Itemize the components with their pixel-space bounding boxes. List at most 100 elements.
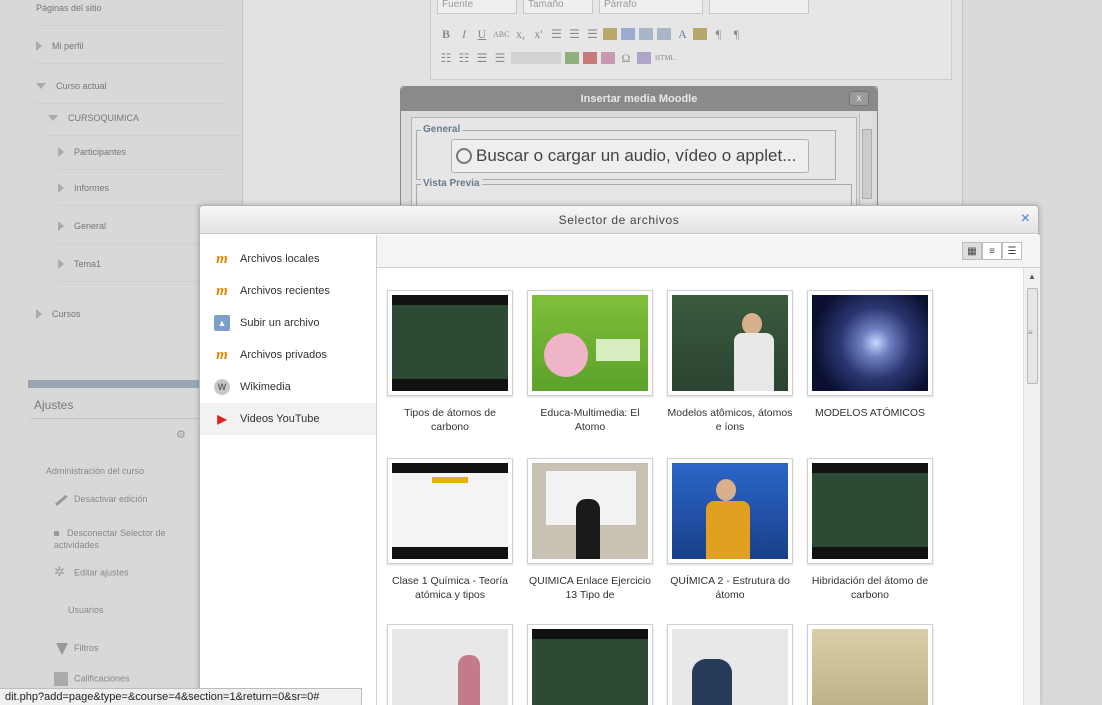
- video-thumbnail[interactable]: [532, 629, 648, 705]
- align-left-button[interactable]: ☰: [549, 27, 563, 42]
- repo-wikimedia[interactable]: W Wikimedia: [200, 371, 376, 403]
- icon-view-button[interactable]: ▦: [962, 242, 982, 260]
- italic-button[interactable]: I: [457, 27, 471, 42]
- chevron-right-icon: [36, 309, 42, 319]
- video-item[interactable]: [667, 624, 793, 705]
- paste-icon[interactable]: [639, 28, 654, 40]
- underline-button[interactable]: U: [475, 27, 489, 42]
- nav-item-course-name[interactable]: CURSOQUIMICA: [48, 100, 238, 136]
- upload-icon: ▲: [214, 315, 230, 331]
- list-view-button[interactable]: ≡: [982, 242, 1002, 260]
- video-item[interactable]: [387, 624, 513, 705]
- repository-list: m Archivos locales m Archivos recientes …: [200, 235, 377, 705]
- video-item[interactable]: MODELOS ATÓMICOS: [807, 290, 933, 420]
- video-thumbnail[interactable]: [392, 295, 508, 391]
- pencil-icon: [54, 493, 68, 506]
- video-thumbnail[interactable]: [812, 295, 928, 391]
- video-item[interactable]: Educa-Multimedia: El Atomo: [527, 290, 653, 434]
- indent-button[interactable]: ☰: [493, 51, 507, 66]
- strikethrough-button[interactable]: ABC: [493, 30, 509, 39]
- repo-recent-files[interactable]: m Archivos recientes: [200, 275, 376, 307]
- video-item[interactable]: QUÍMICA 2 - Estrutura do átomo: [667, 458, 793, 602]
- file-grid-scrollbar[interactable]: ▲ ≡: [1023, 268, 1040, 705]
- html-icon[interactable]: HTML: [655, 54, 675, 62]
- font-select[interactable]: Fuente: [437, 0, 517, 14]
- file-picker-toolbar: ▦ ≡ ☰: [377, 235, 1040, 268]
- video-thumbnail[interactable]: [672, 629, 788, 705]
- scroll-up-icon[interactable]: ▲: [1028, 272, 1036, 281]
- ajustes-title: Ajustes: [34, 398, 74, 412]
- bold-button[interactable]: B: [439, 27, 453, 42]
- paste-word-icon[interactable]: [657, 28, 672, 40]
- video-thumbnail[interactable]: [672, 463, 788, 559]
- text-color-icon[interactable]: A: [675, 27, 689, 42]
- video-thumbnail[interactable]: [392, 463, 508, 559]
- video-thumbnail[interactable]: [672, 295, 788, 391]
- editor-toolbar: Fuente Tamaño Párrafo B I U ABC x, x' ☰ …: [430, 0, 952, 80]
- file-picker-title: Selector de archivos: [558, 213, 680, 227]
- nav-item-site-pages[interactable]: Páginas del sitio: [36, 0, 226, 26]
- size-select[interactable]: Tamaño: [523, 0, 593, 14]
- general-legend: General: [421, 124, 463, 135]
- settings-item-activity-chooser[interactable]: Desconectar Selector de actividades: [54, 527, 194, 551]
- gear-icon[interactable]: ⚙: [176, 428, 186, 441]
- video-item[interactable]: [807, 624, 933, 705]
- highlight-icon[interactable]: [693, 28, 708, 40]
- video-thumbnail[interactable]: [532, 463, 648, 559]
- tree-view-button[interactable]: ☰: [1002, 242, 1022, 260]
- file-picker-header: Selector de archivos ×: [200, 206, 1038, 234]
- video-thumbnail[interactable]: [812, 629, 928, 705]
- browse-media-button[interactable]: Buscar o cargar un audio, vídeo o applet…: [451, 139, 809, 173]
- video-item[interactable]: Tipos de átomos de carbono: [387, 290, 513, 434]
- grip-icon: ≡: [1028, 328, 1033, 337]
- nav-item-profile[interactable]: Mi perfil: [36, 28, 226, 64]
- video-thumbnail[interactable]: [392, 629, 508, 705]
- image-icon[interactable]: [565, 52, 579, 64]
- video-item[interactable]: QUIMICA Enlace Ejercicio 13 Tipo de: [527, 458, 653, 602]
- filter-icon: [56, 642, 68, 655]
- video-item[interactable]: Modelos atômicos, átomos e íons: [667, 290, 793, 434]
- undo-icon[interactable]: [621, 28, 636, 40]
- media-scrollbar[interactable]: [859, 113, 873, 217]
- moodle-icon: m: [216, 250, 228, 267]
- repo-youtube[interactable]: ▶ Videos YouTube: [200, 403, 376, 435]
- format-select[interactable]: Párrafo: [599, 0, 703, 14]
- nav-item-reports[interactable]: Informes: [58, 170, 228, 206]
- number-list-button[interactable]: ☷: [457, 51, 471, 66]
- repo-upload-file[interactable]: ▲ Subir un archivo: [200, 307, 376, 339]
- nav-item-current-course[interactable]: Curso actual: [36, 68, 226, 104]
- bullet-list-button[interactable]: ☷: [439, 51, 453, 66]
- superscript-button[interactable]: x': [531, 27, 545, 42]
- video-item[interactable]: Clase 1 Química - Teoría atómica y tipos: [387, 458, 513, 602]
- video-item[interactable]: Hibridación del átomo de carbono: [807, 458, 933, 602]
- rtl-icon[interactable]: ¶: [729, 27, 743, 42]
- media-icon[interactable]: [583, 52, 597, 64]
- video-thumbnail[interactable]: [812, 463, 928, 559]
- nav-item-participants[interactable]: Participantes: [58, 134, 228, 170]
- outdent-button[interactable]: ☰: [475, 51, 489, 66]
- omega-icon[interactable]: Ω: [619, 51, 633, 66]
- insert-media-title: Insertar media Moodle: [401, 87, 877, 111]
- chevron-down-icon: [36, 82, 46, 89]
- video-item[interactable]: [527, 624, 653, 705]
- moodle-icon: m: [216, 282, 228, 299]
- close-icon[interactable]: x: [849, 91, 869, 106]
- align-center-button[interactable]: ☰: [567, 27, 581, 42]
- repo-private-files[interactable]: m Archivos privados: [200, 339, 376, 371]
- ltr-icon[interactable]: ¶: [711, 27, 725, 42]
- embed-icon[interactable]: [601, 52, 615, 64]
- align-right-button[interactable]: ☰: [585, 27, 599, 42]
- subscript-button[interactable]: x,: [513, 27, 527, 42]
- view-switch: ▦ ≡ ☰: [962, 242, 1022, 260]
- video-thumbnail[interactable]: [532, 295, 648, 391]
- toolbar-buttons-top: [709, 0, 809, 14]
- clean-icon[interactable]: [603, 28, 618, 40]
- close-icon[interactable]: ×: [1021, 211, 1030, 227]
- nav-item-courses[interactable]: Cursos: [36, 296, 226, 332]
- repo-local-files[interactable]: m Archivos locales: [200, 243, 376, 275]
- toolbar-row-1: B I U ABC x, x' ☰ ☰ ☰ A ¶ ¶: [439, 24, 743, 44]
- link-buttons[interactable]: [511, 52, 561, 64]
- edit-icon[interactable]: [637, 52, 651, 64]
- insert-media-dialog: Insertar media Moodle x General Vista Pr…: [400, 86, 878, 224]
- grades-icon: [54, 672, 68, 686]
